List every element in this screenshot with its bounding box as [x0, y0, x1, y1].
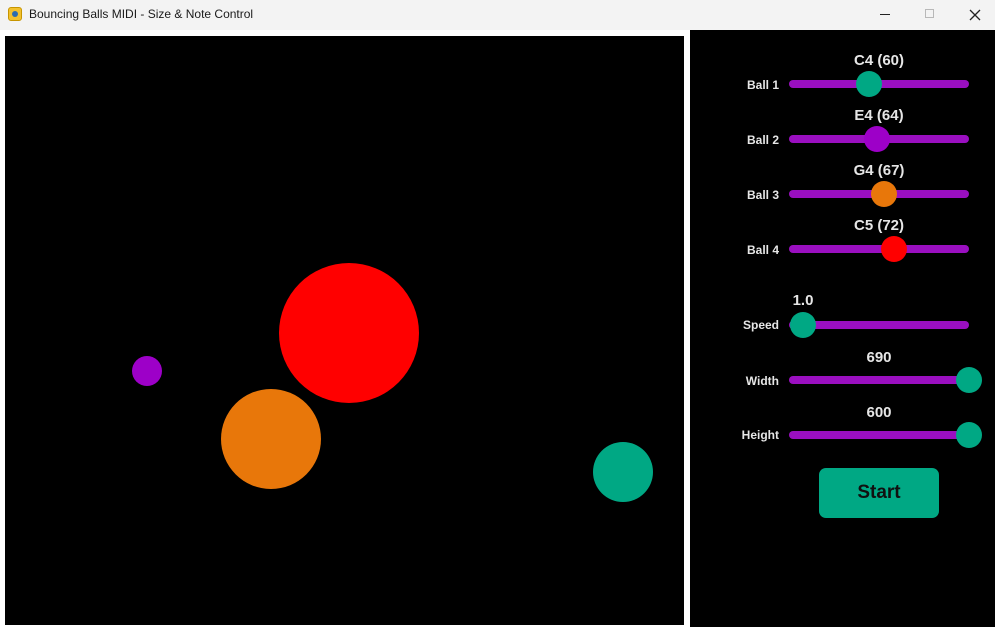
- ball-3-label: Ball 3: [746, 188, 779, 202]
- height-slider-knob[interactable]: [956, 422, 982, 448]
- maximize-icon: [925, 9, 934, 18]
- simulation-canvas: [5, 36, 684, 625]
- speed-value: 1.0: [792, 292, 814, 309]
- ball-small-purple: [132, 356, 162, 386]
- speed-slider-knob[interactable]: [790, 312, 816, 338]
- width-slider-knob[interactable]: [956, 367, 982, 393]
- ball-4-note-slider[interactable]: [789, 245, 969, 253]
- ball-2-slider-knob[interactable]: [864, 126, 890, 152]
- ball-4-slider-knob[interactable]: [881, 236, 907, 262]
- ball-large-red: [279, 263, 419, 403]
- width-slider[interactable]: [789, 376, 969, 384]
- minimize-button[interactable]: [862, 0, 908, 30]
- ball-4-note-value: C5 (72): [853, 217, 905, 234]
- ball-3-note-value: G4 (67): [853, 162, 905, 179]
- start-button[interactable]: Start: [819, 468, 939, 518]
- window-title: Bouncing Balls MIDI - Size & Note Contro…: [29, 7, 254, 21]
- speed-slider[interactable]: [789, 321, 969, 329]
- maximize-button[interactable]: [907, 0, 953, 30]
- close-icon: [969, 9, 981, 21]
- close-button[interactable]: [952, 0, 995, 30]
- title-bar: Bouncing Balls MIDI - Size & Note Contro…: [0, 0, 995, 30]
- ball-1-note-value: C4 (60): [853, 52, 905, 69]
- height-label: Height: [741, 428, 779, 442]
- width-label: Width: [745, 374, 779, 388]
- ball-4-label: Ball 4: [746, 243, 779, 257]
- ball-1-slider-knob[interactable]: [856, 71, 882, 97]
- speed-label: Speed: [742, 318, 779, 332]
- height-slider[interactable]: [789, 431, 969, 439]
- ball-1-label: Ball 1: [746, 78, 779, 92]
- ball-2-note-value: E4 (64): [854, 107, 904, 124]
- minimize-icon: [880, 14, 890, 15]
- ball-3-slider-knob[interactable]: [871, 181, 897, 207]
- ball-green: [593, 442, 653, 502]
- app-icon: [8, 7, 22, 21]
- width-value: 690: [866, 349, 892, 366]
- ball-orange: [221, 389, 321, 489]
- control-panel: C4 (60) Ball 1 E4 (64) Ball 2 G4 (67) Ba…: [690, 30, 995, 627]
- height-value: 600: [866, 404, 892, 421]
- ball-2-label: Ball 2: [746, 133, 779, 147]
